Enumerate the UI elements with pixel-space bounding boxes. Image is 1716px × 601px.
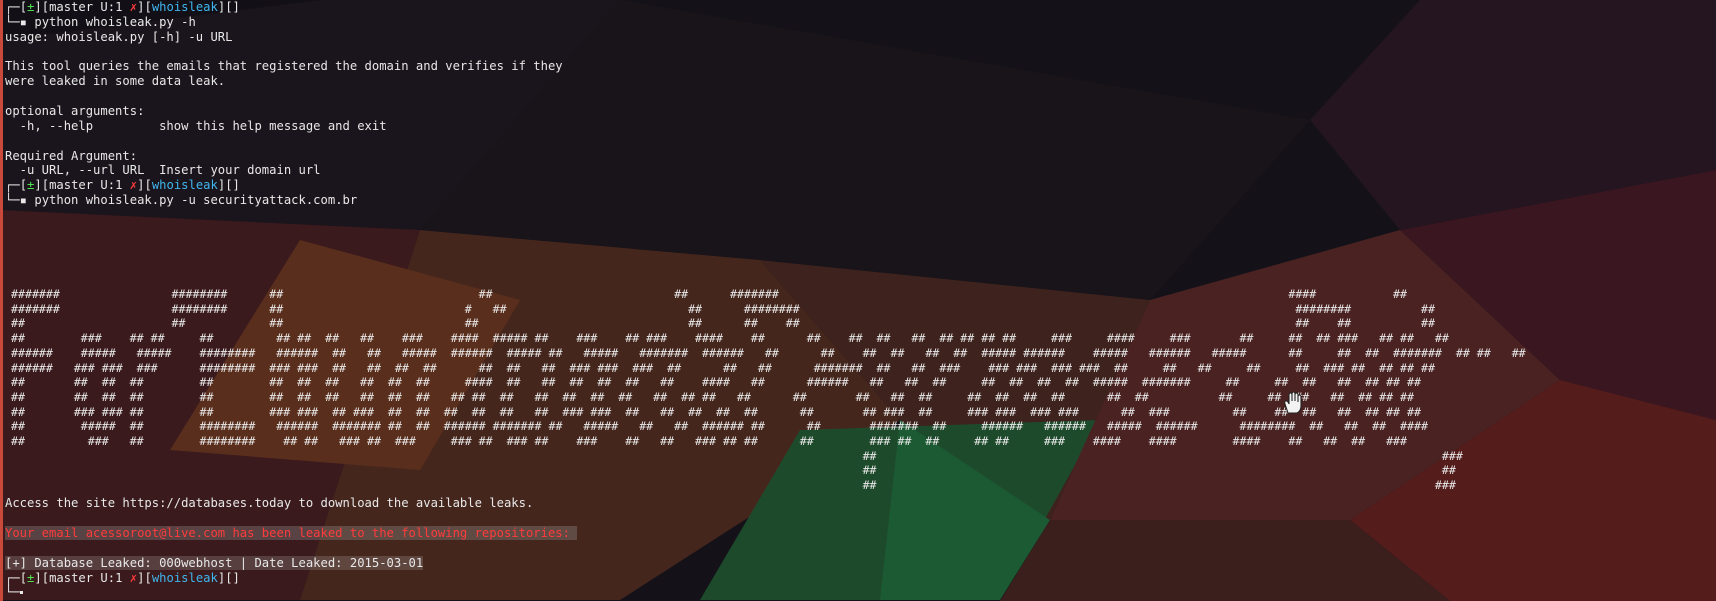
optional-arguments-heading: optional arguments: — [5, 103, 145, 118]
hand-cursor-icon — [1284, 391, 1302, 414]
database-leak-text: [+] Database Leaked: 000webhost | Date L… — [5, 556, 424, 570]
banner-line: ## ### ### ## ## ### ### ## ### ## ## ##… — [11, 404, 1421, 419]
help-description: were leaked in some data leak. — [5, 74, 226, 89]
prompt-line: ┌─[±][master U:1 ✗][whoisleak][] — [5, 178, 240, 193]
terminal-window[interactable]: ┌─[±][master U:1 ✗][whoisleak][] └─▪ pyt… — [0, 0, 1716, 601]
banner-line: ## ## ## ## ## ## ## ## ## ## ## ## ## #… — [11, 389, 1414, 404]
banner-line: ## ### ## ## ## ## ## ## ## ### #### ###… — [11, 331, 1449, 346]
usage-text: usage: whoisleak.py [-h] -u URL — [5, 29, 233, 44]
banner-line: ####### ######## ## ## ## ####### #### #… — [11, 287, 1408, 301]
banner-line: ###### ##### ##### ######## ###### ## ##… — [11, 345, 1526, 360]
banner-line: ## ### — [11, 478, 1456, 493]
prompt-line: ┌─[±][master U:1 ✗][whoisleak][] — [5, 571, 240, 585]
prompt-line: ┌─[±][master U:1 ✗][whoisleak][] — [5, 0, 240, 14]
help-description: This tool queries the emails that regist… — [5, 59, 563, 74]
banner-line: ###### ### ### ### ######## ### ### ## #… — [11, 360, 1435, 375]
banner-line: ## ## — [11, 463, 1456, 478]
text-cursor — [19, 591, 23, 594]
banner-line: ## ### — [11, 448, 1463, 463]
command-input-line[interactable]: └─ — [5, 585, 23, 600]
banner-line: ## ##### ## ######## ###### ####### ## #… — [11, 419, 1428, 434]
leak-alert-text: Your email acessoroot@live.com has been … — [5, 526, 578, 540]
required-argument-heading: Required Argument: — [5, 148, 138, 163]
banner-line: ## ### ## ######## ## ## ### ## ### ### … — [11, 434, 1408, 448]
ascii-banner: ####### ######## ## ## ## ####### #### #… — [11, 287, 1711, 497]
command-line: └─▪ python whoisleak.py -u securityattac… — [5, 193, 358, 208]
banner-line: ## ## ## ## ## ## ## ## ## ## ## #### ##… — [11, 375, 1421, 390]
command-line: └─▪ python whoisleak.py -h — [5, 14, 196, 29]
banner-line: ####### ######## ## # ## ## ######## ###… — [11, 301, 1435, 316]
leak-alert: Your email acessoroot@live.com has been … — [5, 526, 578, 541]
help-option: -h, --help show this help message and ex… — [5, 118, 387, 133]
url-option: -u URL, --url URL Insert your domain url — [5, 163, 321, 178]
banner-line: ## ## ## ## ## ## ## ## ## ## — [11, 316, 1435, 331]
access-message: Access the site https://databases.today … — [5, 496, 534, 510]
database-leak-entry: [+] Database Leaked: 000webhost | Date L… — [5, 556, 424, 571]
